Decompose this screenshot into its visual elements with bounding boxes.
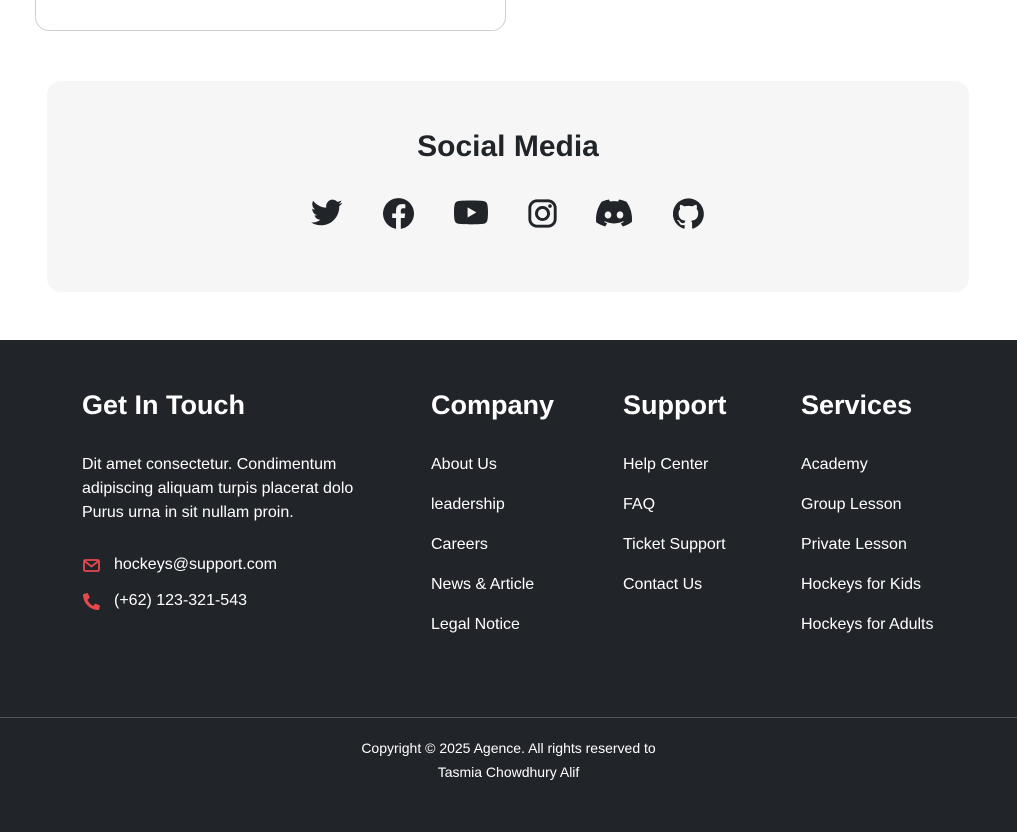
envelope-icon — [82, 556, 100, 574]
instagram-icon[interactable] — [524, 195, 560, 231]
twitter-icon[interactable] — [309, 195, 345, 231]
social-media-title: Social Media — [417, 130, 599, 163]
footer-link-about-us[interactable]: About Us — [431, 453, 534, 493]
discord-icon[interactable] — [596, 195, 632, 231]
social-media-section: Social Media — [47, 81, 969, 292]
footer-link-contact-us[interactable]: Contact Us — [623, 573, 726, 613]
company-links: About Us leadership Careers News & Artic… — [431, 453, 534, 653]
contact-email[interactable]: hockeys@support.com — [82, 553, 277, 577]
site-footer: Get In Touch Dit amet consectetur. Condi… — [0, 340, 1017, 832]
footer-link-hockeys-for-kids[interactable]: Hockeys for Kids — [801, 573, 934, 613]
footer-link-private-lesson[interactable]: Private Lesson — [801, 533, 934, 573]
contact-email-text: hockeys@support.com — [114, 556, 277, 573]
company-title: Company — [431, 390, 555, 420]
footer-link-careers[interactable]: Careers — [431, 533, 534, 573]
github-icon[interactable] — [670, 195, 706, 231]
footer-link-hockeys-for-adults[interactable]: Hockeys for Adults — [801, 613, 934, 653]
services-links: Academy Group Lesson Private Lesson Hock… — [801, 453, 934, 653]
get-in-touch-title: Get In Touch — [82, 390, 245, 420]
footer-link-legal-notice[interactable]: Legal Notice — [431, 613, 534, 653]
youtube-icon[interactable] — [453, 195, 489, 231]
facebook-icon[interactable] — [380, 195, 416, 231]
copyright-line: Copyright © 2025 Agence. All rights rese… — [361, 740, 656, 756]
footer-link-ticket-support[interactable]: Ticket Support — [623, 533, 726, 573]
copyright-owner: Tasmia Chowdhury Alif — [437, 764, 580, 780]
footer-link-academy[interactable]: Academy — [801, 453, 934, 493]
support-links: Help Center FAQ Ticket Support Contact U… — [623, 453, 726, 613]
services-title: Services — [801, 390, 913, 420]
contact-phone-text: (+62) 123-321-543 — [114, 592, 247, 609]
page: Social Media Get In Touch Dit amet conse… — [0, 0, 1017, 832]
footer-link-group-lesson[interactable]: Group Lesson — [801, 493, 934, 533]
copyright: Copyright © 2025 Agence. All rights rese… — [0, 736, 1017, 784]
footer-link-faq[interactable]: FAQ — [623, 493, 726, 533]
footer-link-news-article[interactable]: News & Article — [431, 573, 534, 613]
footer-link-leadership[interactable]: leadership — [431, 493, 534, 533]
footer-link-help-center[interactable]: Help Center — [623, 453, 726, 493]
about-description: Dit amet consectetur. Condimentum adipis… — [82, 456, 354, 521]
contact-phone[interactable]: (+62) 123-321-543 — [82, 589, 247, 613]
support-title: Support — [623, 390, 727, 420]
footer-divider — [0, 717, 1017, 718]
phone-icon — [82, 592, 100, 610]
social-icons-row — [47, 195, 969, 231]
content-card — [35, 0, 506, 31]
